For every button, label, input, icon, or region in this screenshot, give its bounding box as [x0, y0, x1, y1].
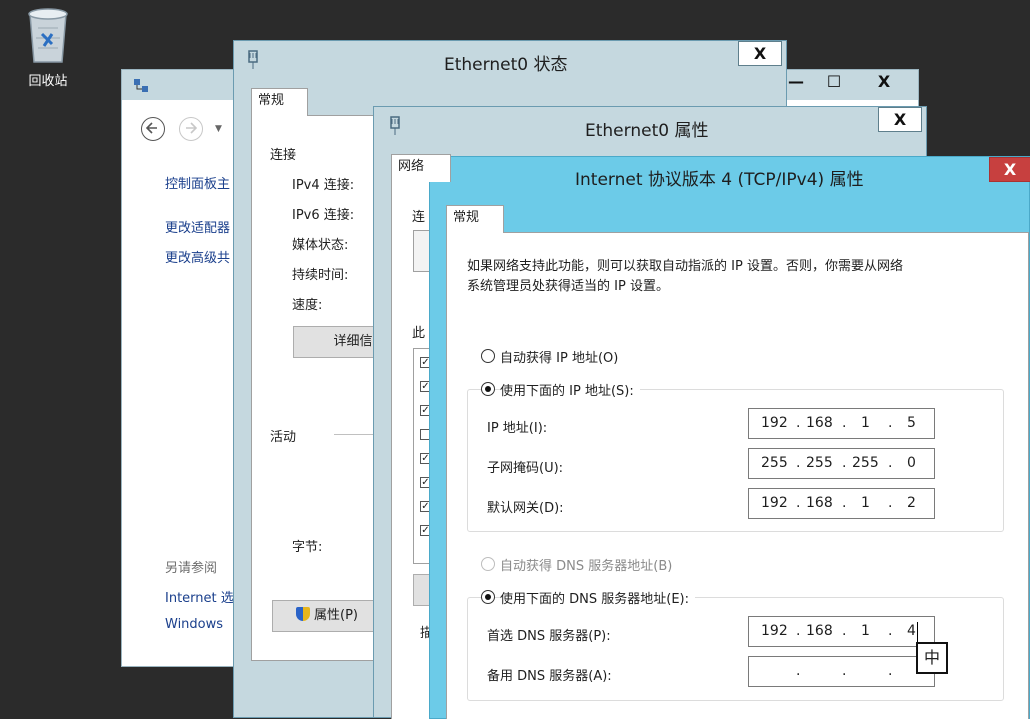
intro-text-line-1: 如果网络支持此功能，则可以获取自动指派的 IP 设置。否则，你需要从网络 — [467, 259, 903, 274]
intro-text-line-2: 系统管理员处获得适当的 IP 设置。 — [467, 279, 669, 294]
back-button[interactable] — [141, 117, 165, 141]
activity-heading: 活动 — [270, 430, 297, 445]
link-internet-options[interactable]: Internet 选 — [165, 587, 234, 606]
tab-general-ipv4[interactable]: 常规 — [446, 205, 504, 233]
arrow-right-icon — [186, 122, 198, 134]
default-gateway-label: 默认网关(D): — [487, 501, 564, 516]
recycle-bin[interactable]: 回收站 — [18, 4, 78, 90]
network-icon — [134, 79, 148, 92]
ipv4-close-button[interactable]: X — [989, 157, 1030, 182]
properties-dialog-title: Ethernet0 属性 — [585, 121, 709, 141]
manual-ip-radio[interactable] — [481, 382, 495, 396]
manual-dns-radio[interactable] — [481, 590, 495, 604]
ip-address-input[interactable]: 192. 168. 1. 5 — [748, 408, 935, 439]
close-button[interactable]: X — [856, 70, 912, 95]
recycle-bin-icon — [28, 8, 68, 63]
default-gateway-input[interactable]: 192. 168. 1. 2 — [748, 488, 935, 519]
ipv4-connectivity-label: IPv4 连接: — [292, 178, 355, 193]
manual-ip-label[interactable]: 使用下面的 IP 地址(S): — [500, 380, 640, 399]
ipv4-general-panel: 如果网络支持此功能，则可以获取自动指派的 IP 设置。否则，你需要从网络 系统管… — [446, 232, 1029, 719]
uac-shield-icon — [296, 607, 310, 621]
see-also-heading: 另请参阅 — [165, 561, 218, 576]
auto-ip-radio[interactable] — [481, 349, 495, 363]
alternate-dns-label: 备用 DNS 服务器(A): — [487, 669, 612, 684]
text-caret — [917, 622, 918, 642]
subnet-mask-input[interactable]: 255. 255. 255. 0 — [748, 448, 935, 479]
recycle-bin-label: 回收站 — [28, 74, 68, 89]
nav-control-panel-home[interactable]: 控制面板主 — [165, 173, 230, 192]
media-state-label: 媒体状态: — [292, 238, 349, 253]
subnet-mask-label: 子网掩码(U): — [487, 461, 564, 476]
manual-dns-label[interactable]: 使用下面的 DNS 服务器地址(E): — [500, 588, 695, 607]
auto-dns-label[interactable]: 自动获得 DNS 服务器地址(B) — [500, 555, 672, 574]
auto-ip-label[interactable]: 自动获得 IP 地址(O) — [500, 347, 618, 366]
preferred-dns-label: 首选 DNS 服务器(P): — [487, 629, 611, 644]
duration-label: 持续时间: — [292, 268, 349, 283]
connection-heading: 连接 — [270, 148, 297, 163]
tab-general[interactable]: 常规 — [251, 88, 308, 116]
network-adapter-icon — [390, 116, 400, 135]
properties-close-button[interactable]: X — [878, 107, 922, 132]
ip-address-label: IP 地址(I): — [487, 421, 548, 436]
network-adapter-icon — [248, 50, 258, 69]
properties-button[interactable]: 属性(P) — [272, 600, 382, 632]
alternate-dns-input[interactable]: . . . — [748, 656, 935, 687]
maximize-button[interactable]: ☐ — [818, 70, 850, 95]
ipv4-properties-dialog: Internet 协议版本 4 (TCP/IPv4) 属性 X 常规 如果网络支… — [429, 156, 1030, 719]
tab-networking[interactable]: 网络 — [391, 154, 451, 182]
auto-dns-radio[interactable] — [481, 557, 495, 571]
ipv6-connectivity-label: IPv6 连接: — [292, 208, 355, 223]
bytes-label: 字节: — [292, 540, 323, 555]
status-close-button[interactable]: X — [738, 41, 782, 66]
properties-button-label: 属性(P) — [314, 608, 358, 623]
ime-indicator[interactable]: 中 — [916, 642, 948, 674]
preferred-dns-input[interactable]: 192. 168. 1. 4 — [748, 616, 935, 647]
status-dialog-title: Ethernet0 状态 — [444, 55, 568, 75]
arrow-left-icon — [145, 122, 157, 134]
link-change-advanced[interactable]: 更改高级共 — [165, 247, 230, 266]
speed-label: 速度: — [292, 298, 323, 313]
connect-using-label: 连 — [412, 210, 426, 225]
ipv4-dialog-title: Internet 协议版本 4 (TCP/IPv4) 属性 — [575, 170, 864, 190]
items-label: 此 — [412, 326, 426, 341]
forward-button[interactable] — [179, 117, 203, 141]
link-change-adapter[interactable]: 更改适配器 — [165, 217, 230, 236]
history-dropdown-icon[interactable]: ▼ — [215, 124, 222, 134]
link-windows[interactable]: Windows — [165, 617, 223, 632]
